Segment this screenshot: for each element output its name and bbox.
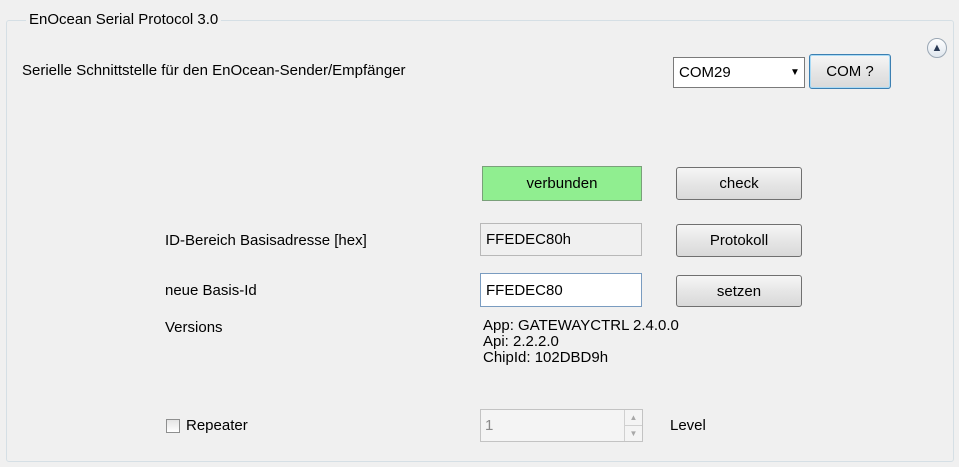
level-label: Level: [670, 417, 706, 434]
versions-info: App: GATEWAYCTRL 2.4.0.0 Api: 2.2.2.0 Ch…: [483, 318, 679, 366]
group-title: EnOcean Serial Protocol 3.0: [26, 11, 222, 28]
collapse-icon[interactable]: ▲: [927, 38, 947, 58]
level-value: 1: [485, 417, 494, 434]
stepper-down-icon[interactable]: ▼: [625, 425, 642, 441]
versions-label: Versions: [165, 319, 223, 336]
setzen-button[interactable]: setzen: [676, 275, 802, 307]
com-port-select[interactable]: COM29 ▼: [673, 57, 805, 88]
version-chipid: ChipId: 102DBD9h: [483, 349, 609, 366]
base-id-input[interactable]: FFEDEC80: [480, 273, 642, 307]
stepper-up-icon[interactable]: ▲: [625, 410, 642, 425]
serial-port-label: Serielle Schnittstelle für den EnOcean-S…: [22, 62, 406, 79]
check-button[interactable]: check: [676, 167, 802, 200]
connection-status: verbunden: [482, 166, 642, 201]
level-stepper[interactable]: 1 ▲ ▼: [480, 409, 643, 442]
protokoll-button[interactable]: Protokoll: [676, 224, 802, 257]
id-range-label: ID-Bereich Basisadresse [hex]: [165, 232, 367, 249]
repeater-checkbox[interactable]: [166, 419, 180, 433]
version-api: Api: 2.2.2.0: [483, 333, 559, 350]
repeater-label: Repeater: [186, 417, 248, 434]
com-query-button[interactable]: COM ?: [809, 54, 891, 89]
chevron-down-icon[interactable]: ▼: [786, 67, 804, 78]
id-range-value: FFEDEC80h: [480, 223, 642, 256]
com-port-value: COM29: [679, 64, 731, 81]
version-app: App: GATEWAYCTRL 2.4.0.0: [483, 317, 679, 334]
base-id-label: neue Basis-Id: [165, 282, 257, 299]
